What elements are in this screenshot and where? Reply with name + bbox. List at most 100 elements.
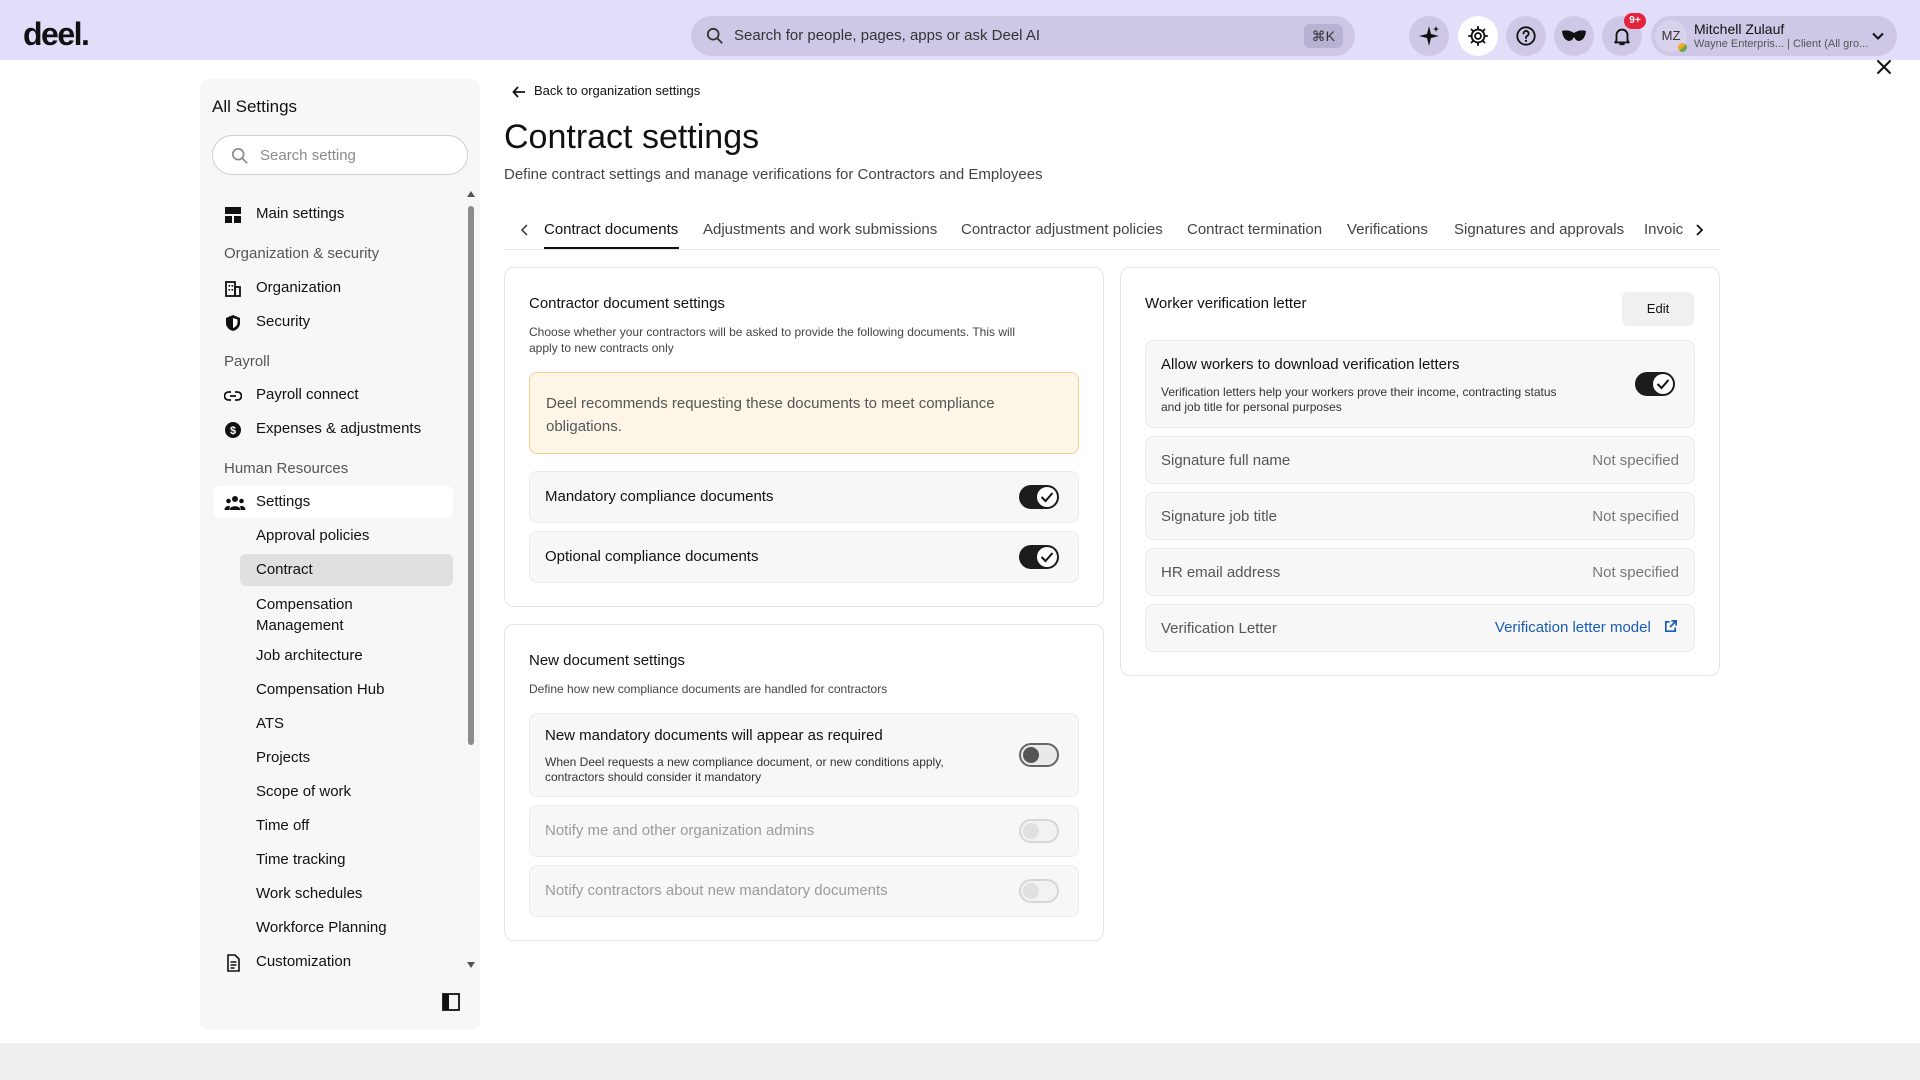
sparkle-icon (1419, 26, 1439, 46)
sidebar-item-label: Expenses & adjustments (256, 420, 422, 437)
notification-badge: 9+ (1624, 13, 1646, 29)
help-button[interactable] (1506, 16, 1546, 56)
tab-verifications[interactable]: Verifications (1347, 221, 1428, 238)
chevron-right-icon[interactable] (1694, 223, 1704, 237)
notify-admins-toggle[interactable] (1019, 819, 1059, 843)
sidebar-item-time-tracking[interactable]: Time tracking (256, 851, 345, 868)
dashboard-icon (225, 207, 241, 223)
collapse-sidebar-icon[interactable] (442, 993, 460, 1011)
user-subtitle: Wayne Enterpris... | Client (All gro... (1694, 38, 1869, 50)
sidebar-item-compensation-management[interactable]: Compensation Management (256, 594, 353, 636)
avatar-status-dot (1678, 43, 1687, 52)
mask-icon (1562, 30, 1586, 41)
sidebar-title: All Settings (212, 97, 298, 116)
settings-sidebar: All Settings Search setting Main setting… (200, 79, 480, 1030)
top-bar: deel. Search for people, pages, apps or … (0, 0, 1920, 60)
card-description: Define how new compliance documents are … (529, 682, 888, 696)
card-title: Contractor document settings (529, 295, 725, 312)
description-line: contractors should consider it mandatory (545, 770, 762, 784)
sidebar-item-scope-of-work[interactable]: Scope of work (256, 783, 351, 800)
sidebar-item-job-architecture[interactable]: Job architecture (256, 647, 363, 664)
sidebar-item-payroll-connect[interactable]: Payroll connect (224, 386, 359, 403)
chevron-left-icon[interactable] (520, 223, 530, 237)
user-menu[interactable]: MZ Mitchell Zulauf Wayne Enterpris... | … (1651, 16, 1897, 56)
tab-adjustments-work-submissions[interactable]: Adjustments and work submissions (703, 221, 937, 238)
sidebar-item-organization[interactable]: Organization (224, 279, 341, 297)
verification-letter-model-link[interactable]: Verification letter model (1495, 619, 1678, 636)
note-text: Deel recommends requesting these documen… (546, 392, 1046, 438)
sidebar-scrollbar[interactable] (468, 206, 474, 745)
optional-compliance-toggle[interactable] (1019, 545, 1059, 569)
sidebar-item-hr-settings[interactable]: Settings (224, 493, 310, 510)
shortcut-badge: ⌘K (1303, 24, 1343, 48)
dollar-circle-icon: $ (225, 422, 241, 438)
row-value: Not specified (1592, 564, 1679, 581)
sidebar-item-work-schedules[interactable]: Work schedules (256, 885, 362, 902)
card-title: Worker verification letter (1145, 295, 1307, 312)
worker-verification-letter-card: Worker verification letter Edit Allow wo… (1120, 267, 1720, 676)
row-key: Signature full name (1161, 452, 1291, 469)
notify-contractors-toggle[interactable] (1019, 879, 1059, 903)
sidebar-item-main-settings[interactable]: Main settings (224, 205, 344, 223)
edit-button[interactable]: Edit (1622, 292, 1694, 326)
sidebar-item-label: Payroll connect (256, 386, 359, 403)
sidebar-item-approval-policies[interactable]: Approval policies (256, 527, 369, 544)
page-title: Contract settings (504, 118, 760, 156)
privacy-mask-button[interactable] (1554, 16, 1594, 56)
check-icon (1040, 492, 1054, 503)
sidebar-item-workforce-planning[interactable]: Workforce Planning (256, 919, 387, 936)
mandatory-compliance-toggle[interactable] (1019, 485, 1059, 509)
tab-invoices[interactable]: Invoic (1644, 221, 1683, 238)
global-search-input[interactable]: Search for people, pages, apps or ask De… (691, 16, 1355, 56)
sidebar-item-compensation-hub[interactable]: Compensation Hub (256, 681, 384, 698)
sidebar-item-projects[interactable]: Projects (256, 749, 310, 766)
card-description: Choose whether your contractors will be … (529, 324, 1015, 356)
tab-contract-documents[interactable]: Contract documents (544, 221, 678, 238)
sidebar-item-expenses[interactable]: $ Expenses & adjustments (224, 420, 422, 438)
toggle-knob (1023, 823, 1039, 839)
toggle-knob (1023, 883, 1039, 899)
user-name: Mitchell Zulauf (1694, 21, 1785, 37)
building-icon (225, 281, 241, 297)
description-line: and job title for personal purposes (1161, 400, 1342, 414)
tab-signatures-approvals[interactable]: Signatures and approvals (1454, 221, 1624, 238)
mandatory-compliance-row: Mandatory compliance documents (529, 471, 1079, 523)
footer-strip (0, 1043, 1920, 1080)
settings-button[interactable] (1458, 16, 1498, 56)
notify-admins-row: Notify me and other organization admins (529, 805, 1079, 857)
page-subtitle: Define contract settings and manage veri… (504, 166, 1043, 183)
new-mandatory-required-toggle[interactable] (1019, 743, 1059, 767)
deel-logo[interactable]: deel. (23, 16, 90, 53)
sidebar-item-customization[interactable]: Customization (224, 953, 351, 972)
description-line: apply to new contracts only (529, 341, 674, 355)
row-value: Not specified (1592, 452, 1679, 469)
row-label: Mandatory compliance documents (545, 488, 774, 505)
sidebar-item-time-off[interactable]: Time off (256, 817, 309, 834)
allow-download-toggle[interactable] (1635, 372, 1675, 396)
signature-job-title-row: Signature job title Not specified (1145, 492, 1695, 540)
contractor-document-settings-card: Contractor document settings Choose whet… (504, 267, 1104, 607)
sidebar-group-label: Payroll (224, 353, 270, 370)
sidebar-group-label: Organization & security (224, 245, 380, 262)
tab-contractor-adjustment-policies[interactable]: Contractor adjustment policies (961, 221, 1163, 238)
scroll-down-icon[interactable] (467, 962, 475, 968)
help-icon (1516, 26, 1536, 46)
compliance-recommendation-note: Deel recommends requesting these documen… (529, 372, 1079, 454)
row-label: New mandatory documents will appear as r… (545, 727, 883, 744)
description-line: Verification letters help your workers p… (1161, 385, 1557, 399)
scroll-up-icon[interactable] (467, 191, 475, 197)
sidebar-item-contract[interactable]: Contract (256, 561, 313, 578)
settings-tabs: Contract documents Adjustments and work … (504, 210, 1720, 250)
note-line: Deel recommends requesting these documen… (546, 395, 995, 412)
tab-contract-termination[interactable]: Contract termination (1187, 221, 1322, 238)
sidebar-item-security[interactable]: Security (224, 313, 310, 331)
sidebar-item-ats[interactable]: ATS (256, 715, 284, 732)
search-icon (231, 147, 248, 164)
close-icon[interactable] (1874, 57, 1894, 77)
ai-sparkle-button[interactable] (1409, 16, 1449, 56)
note-line: obligations. (546, 418, 622, 435)
arrow-left-icon (512, 86, 525, 98)
sidebar-search-input[interactable]: Search setting (212, 135, 468, 175)
svg-text:$: $ (230, 425, 236, 437)
allow-download-row: Allow workers to download verification l… (1145, 340, 1695, 428)
